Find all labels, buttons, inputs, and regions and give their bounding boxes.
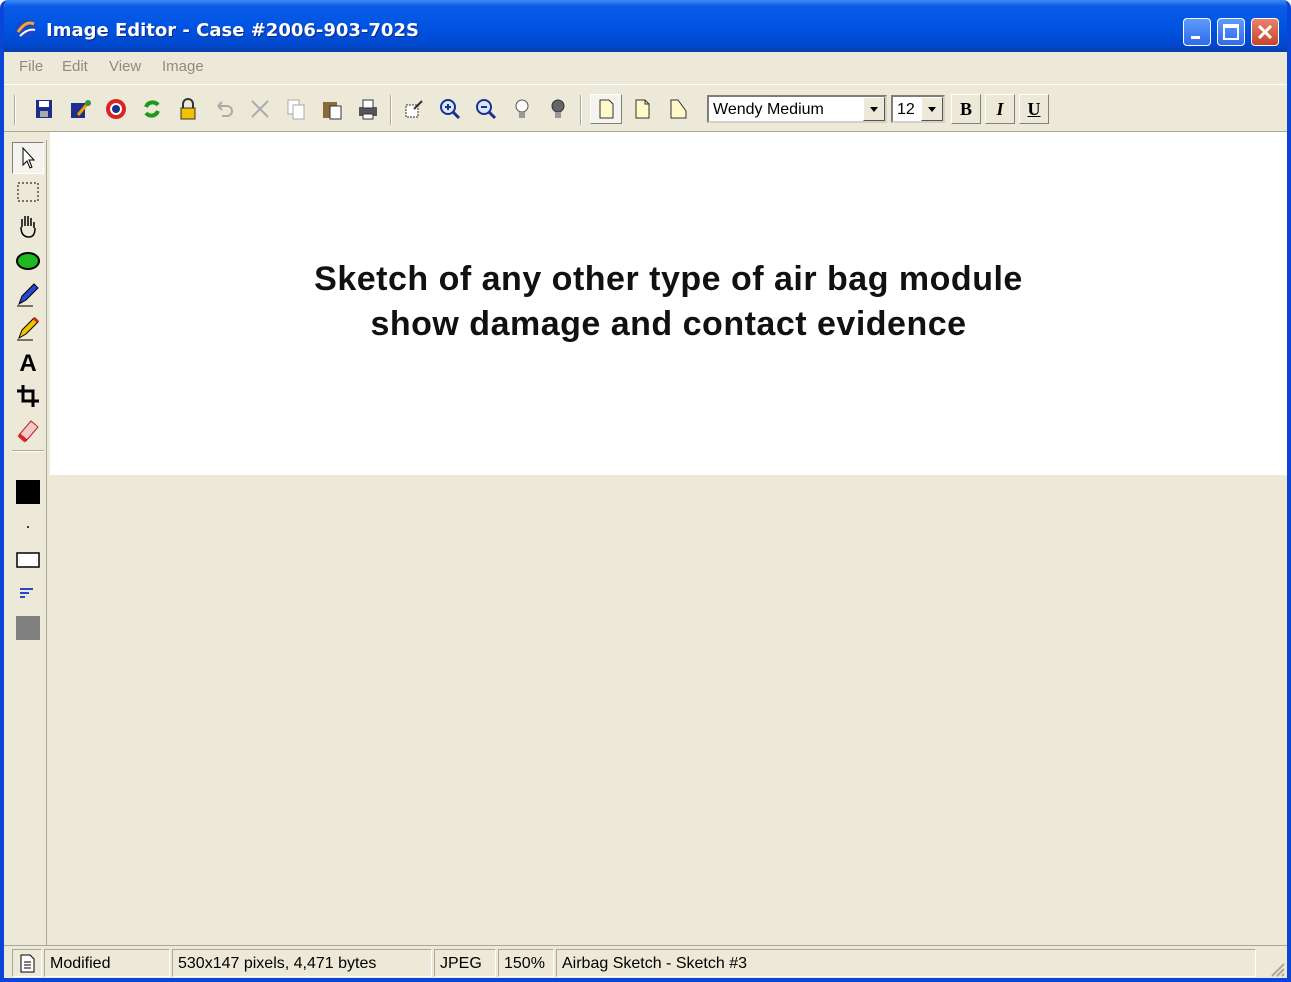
italic-button[interactable]: I xyxy=(985,94,1015,124)
arrow-select-icon[interactable] xyxy=(12,142,44,174)
foreground-color-swatch[interactable] xyxy=(12,476,44,508)
toolbar-grip xyxy=(14,95,16,125)
help-icon[interactable] xyxy=(100,94,132,124)
copy-icon[interactable] xyxy=(280,94,312,124)
app-window: Image Editor - Case #2006-903-702S File … xyxy=(0,0,1291,982)
font-size-value: 12 xyxy=(897,101,915,118)
canvas-text-line2: show damage and contact evidence xyxy=(370,305,967,343)
menu-file[interactable]: File xyxy=(19,58,43,75)
maximize-button[interactable] xyxy=(1217,18,1245,46)
resize-grip-icon[interactable] xyxy=(1266,958,1286,978)
zoom-out-icon[interactable] xyxy=(470,94,502,124)
font-size-select[interactable]: 12 xyxy=(891,95,945,123)
font-family-select[interactable]: Wendy Medium xyxy=(707,95,887,123)
image-canvas[interactable]: Sketch of any other type of air bag modu… xyxy=(50,132,1287,475)
rectangle-shape-icon[interactable] xyxy=(12,544,44,576)
document-icon xyxy=(12,949,42,977)
rect-select-icon[interactable] xyxy=(12,176,44,208)
window-title: Image Editor - Case #2006-903-702S xyxy=(46,20,419,41)
menu-view[interactable]: View xyxy=(109,58,141,75)
menu-image[interactable]: Image xyxy=(162,58,204,75)
hand-pan-icon[interactable] xyxy=(12,210,44,242)
page-portrait-icon[interactable] xyxy=(590,94,622,124)
close-icon xyxy=(1257,24,1273,40)
save-icon[interactable] xyxy=(28,94,60,124)
zoom-in-icon[interactable] xyxy=(434,94,466,124)
refresh-icon[interactable] xyxy=(136,94,168,124)
tool-palette: A xyxy=(10,140,47,946)
bulb-off-icon[interactable] xyxy=(506,94,538,124)
chevron-down-icon[interactable] xyxy=(921,97,943,121)
cut-icon[interactable] xyxy=(244,94,276,124)
page-corner-icon[interactable] xyxy=(626,94,658,124)
export-icon[interactable] xyxy=(64,94,96,124)
close-button[interactable] xyxy=(1251,18,1279,46)
page-landscape-icon[interactable] xyxy=(662,94,694,124)
status-format: JPEG xyxy=(434,949,496,977)
underline-button[interactable]: U xyxy=(1019,94,1049,124)
zoom-fit-icon[interactable] xyxy=(398,94,430,124)
menu-edit[interactable]: Edit xyxy=(62,58,88,75)
main-toolbar: Wendy Medium 12 B I U xyxy=(4,84,1287,132)
status-zoom: 150% xyxy=(498,949,554,977)
line-width-icon[interactable] xyxy=(12,510,44,542)
fill-color-swatch[interactable] xyxy=(12,612,44,644)
text-tool-icon[interactable]: A xyxy=(12,346,44,378)
lock-icon[interactable] xyxy=(172,94,204,124)
chevron-down-icon[interactable] xyxy=(863,97,885,121)
minimize-button[interactable] xyxy=(1183,18,1211,46)
status-modified: Modified xyxy=(44,949,170,977)
ellipse-fill-icon[interactable] xyxy=(12,244,44,276)
paste-icon[interactable] xyxy=(316,94,348,124)
bold-button[interactable]: B xyxy=(951,94,981,124)
app-logo-icon xyxy=(16,20,36,38)
status-bar: Modified 530x147 pixels, 4,471 bytes JPE… xyxy=(4,945,1287,978)
status-sketch-name: Airbag Sketch - Sketch #3 xyxy=(556,949,1256,977)
text-align-icon[interactable] xyxy=(12,578,44,610)
canvas-text-line1: Sketch of any other type of air bag modu… xyxy=(314,260,1023,298)
print-icon[interactable] xyxy=(352,94,384,124)
undo-icon[interactable] xyxy=(208,94,240,124)
pen-icon[interactable] xyxy=(12,278,44,310)
menu-bar: File Edit View Image xyxy=(4,52,1287,82)
font-family-value: Wendy Medium xyxy=(713,101,824,118)
status-dimensions: 530x147 pixels, 4,471 bytes xyxy=(172,949,432,977)
eraser-icon[interactable] xyxy=(12,414,44,446)
minimize-icon xyxy=(1191,36,1200,39)
pencil-icon[interactable] xyxy=(12,312,44,344)
crop-icon[interactable] xyxy=(12,380,44,412)
maximize-icon xyxy=(1223,24,1239,40)
title-bar[interactable]: Image Editor - Case #2006-903-702S xyxy=(4,0,1287,52)
svg-text:A: A xyxy=(19,350,36,377)
bulb-on-icon[interactable] xyxy=(542,94,574,124)
